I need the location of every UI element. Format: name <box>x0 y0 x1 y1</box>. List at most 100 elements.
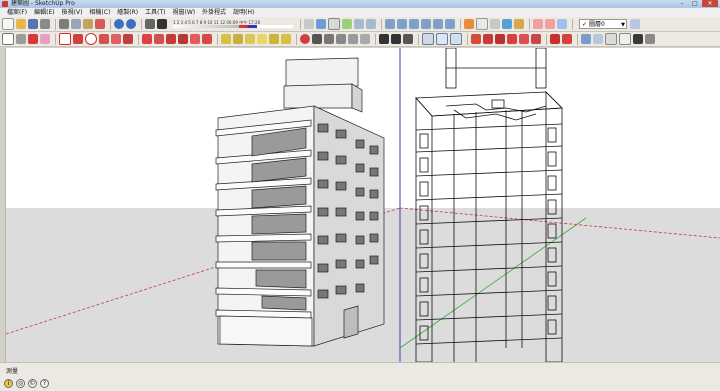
close-button[interactable]: ✕ <box>702 0 718 7</box>
menu-help[interactable]: 說明(H) <box>233 8 254 17</box>
back-edges-icon[interactable] <box>619 33 631 45</box>
folder-icon[interactable] <box>16 19 26 29</box>
home-icon[interactable] <box>342 19 352 29</box>
wireframe-icon[interactable] <box>436 33 448 45</box>
xray-icon[interactable] <box>422 33 434 45</box>
rotate-icon[interactable] <box>316 19 326 29</box>
parallel-view-icon[interactable] <box>445 19 455 29</box>
menu-tools[interactable]: 工具(T) <box>145 8 165 17</box>
3d-text-icon[interactable] <box>281 34 291 44</box>
model-canvas[interactable] <box>6 48 720 362</box>
section-fill-icon[interactable] <box>557 19 567 29</box>
section-cut-icon[interactable] <box>545 19 555 29</box>
menu-file[interactable]: 檔案(F) <box>7 8 27 17</box>
layer-icon[interactable] <box>514 19 524 29</box>
flip-edge-icon[interactable] <box>519 34 529 44</box>
scale-icon[interactable] <box>190 34 200 44</box>
edges-style-icon[interactable] <box>645 34 655 44</box>
camera-icon[interactable] <box>490 19 500 29</box>
walk-icon[interactable] <box>379 34 389 44</box>
zoom-icon[interactable] <box>324 34 334 44</box>
display-mode-icon[interactable] <box>633 34 643 44</box>
sandbox-icon[interactable] <box>471 34 481 44</box>
monochrome-icon[interactable] <box>605 33 617 45</box>
perspective-icon[interactable] <box>433 19 443 29</box>
pan-icon[interactable] <box>312 34 322 44</box>
cut-icon[interactable] <box>59 19 69 29</box>
position-camera-icon[interactable] <box>403 34 413 44</box>
make-component-icon[interactable] <box>16 34 26 44</box>
text-icon[interactable] <box>257 34 267 44</box>
push-pull-icon[interactable] <box>154 34 164 44</box>
axes-icon[interactable] <box>304 19 314 29</box>
new-file-icon[interactable] <box>2 18 14 30</box>
left-view-icon[interactable] <box>385 19 395 29</box>
circle-icon[interactable] <box>85 33 97 45</box>
photo-match-icon[interactable] <box>550 34 560 44</box>
add-detail-icon[interactable] <box>531 34 541 44</box>
stamp-icon[interactable] <box>507 34 517 44</box>
style-icon[interactable] <box>464 19 474 29</box>
top-view-icon[interactable] <box>409 19 419 29</box>
tape-measure-icon[interactable] <box>221 34 231 44</box>
copy-icon[interactable] <box>71 19 81 29</box>
shadow-time-gradient[interactable] <box>173 25 293 28</box>
textured-icon[interactable] <box>593 34 603 44</box>
hidden-line-icon[interactable] <box>450 33 462 45</box>
freehand-icon[interactable] <box>123 34 133 44</box>
eye-icon[interactable] <box>145 19 155 29</box>
help-icon[interactable]: ? <box>40 379 49 388</box>
menu-edit[interactable]: 編輯(E) <box>34 8 54 17</box>
model-viewport[interactable] <box>5 48 720 362</box>
look-around-icon[interactable] <box>391 34 401 44</box>
warehouse-icon[interactable] <box>562 34 572 44</box>
iso-view-icon[interactable] <box>421 19 431 29</box>
menu-window[interactable]: 視窗(W) <box>173 8 196 17</box>
drape-icon[interactable] <box>495 34 505 44</box>
menu-camera[interactable]: 相機(C) <box>89 8 110 17</box>
rectangle-icon[interactable] <box>59 33 71 45</box>
component-icon[interactable] <box>476 18 488 30</box>
shadow-icon[interactable] <box>157 19 167 29</box>
orbit-icon[interactable] <box>300 34 310 44</box>
scene-icon[interactable] <box>502 19 512 29</box>
offset-icon[interactable] <box>202 34 212 44</box>
paint-bucket-icon[interactable] <box>28 34 38 44</box>
eraser-icon[interactable] <box>40 34 50 44</box>
line-icon[interactable] <box>73 34 83 44</box>
select-arrow-icon[interactable] <box>2 33 14 45</box>
geolocation-icon[interactable]: ◎ <box>16 379 25 388</box>
move-icon[interactable] <box>142 34 152 44</box>
menu-plugins[interactable]: 外掛程式 <box>202 8 226 17</box>
back-view-icon[interactable] <box>366 19 376 29</box>
section-plane-icon[interactable] <box>533 19 543 29</box>
paste-icon[interactable] <box>83 19 93 29</box>
layer-manager-icon[interactable] <box>630 19 640 29</box>
menu-view[interactable]: 檢視(V) <box>62 8 83 17</box>
protractor-icon[interactable] <box>245 34 255 44</box>
save-icon[interactable] <box>28 19 38 29</box>
rotate-tool-icon[interactable] <box>166 34 176 44</box>
layer-dropdown[interactable]: ✓ 圖層0 ▼ <box>579 19 627 29</box>
redo-icon[interactable] <box>126 19 136 29</box>
menu-draw[interactable]: 繪製(R) <box>117 8 138 17</box>
credits-icon[interactable]: © <box>28 379 37 388</box>
print-icon[interactable] <box>40 19 50 29</box>
arc-icon[interactable] <box>99 34 109 44</box>
previous-view-icon[interactable] <box>348 34 358 44</box>
right-view-icon[interactable] <box>397 19 407 29</box>
dimension-icon[interactable] <box>233 34 243 44</box>
zoom-extents-icon[interactable] <box>328 18 340 30</box>
front-view-icon[interactable] <box>354 19 364 29</box>
maximize-button[interactable]: □ <box>689 0 701 7</box>
follow-me-icon[interactable] <box>178 34 188 44</box>
polygon-icon[interactable] <box>111 34 121 44</box>
undo-icon[interactable] <box>114 19 124 29</box>
shaded-icon[interactable] <box>581 34 591 44</box>
terrain-icon[interactable] <box>483 34 493 44</box>
shadow-time-slider[interactable]: 1 2 3 4 5 6 7 8 9 10 11 12 06:09 中午 17:2… <box>173 19 293 29</box>
zoom-window-icon[interactable] <box>336 34 346 44</box>
minimize-button[interactable]: – <box>676 0 688 7</box>
info-icon[interactable]: i <box>4 379 13 388</box>
zoom-extents-tool-icon[interactable] <box>360 34 370 44</box>
